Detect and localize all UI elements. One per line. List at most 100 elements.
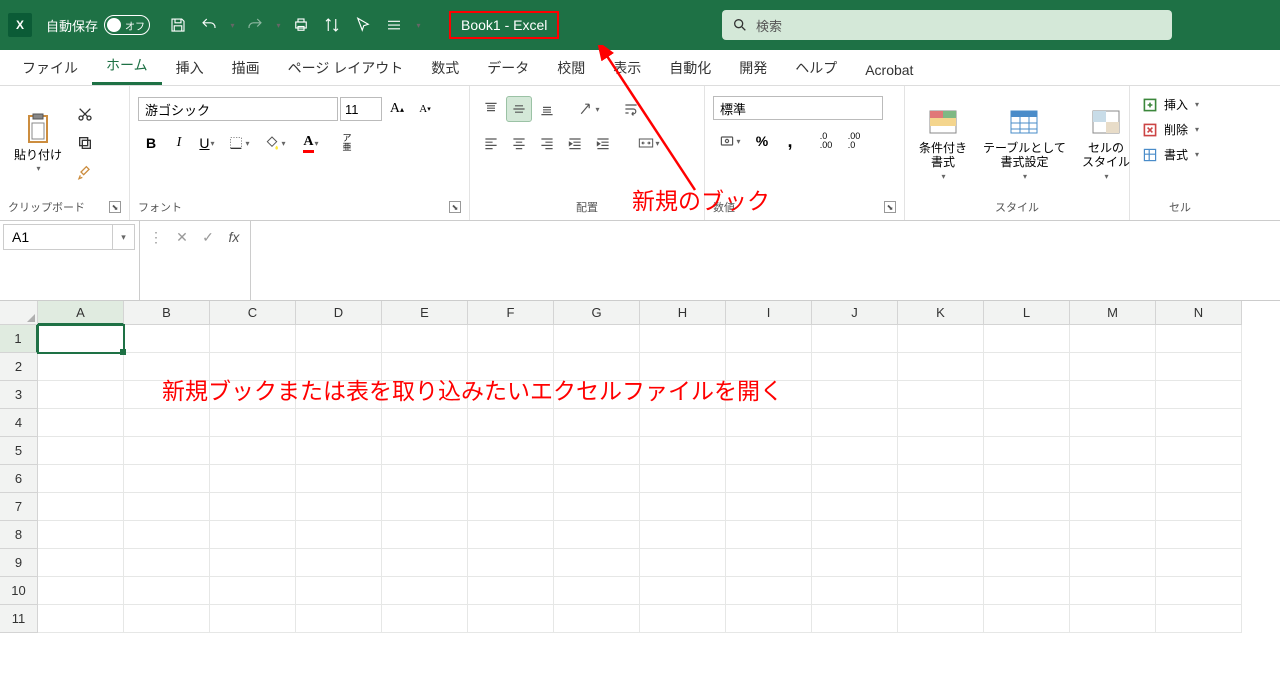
column-header[interactable]: K [898,301,984,325]
cell[interactable] [1070,521,1156,549]
cell[interactable] [640,381,726,409]
cell[interactable] [382,577,468,605]
cell[interactable] [554,521,640,549]
align-middle-button[interactable] [506,96,532,122]
cell[interactable] [726,409,812,437]
decrease-font-button[interactable]: A▾ [412,96,438,122]
cell[interactable] [1156,465,1242,493]
undo-dropdown[interactable]: ▾ [226,11,238,39]
cell[interactable] [554,437,640,465]
cell[interactable] [468,577,554,605]
cell[interactable] [468,493,554,521]
cell[interactable] [812,437,898,465]
cell[interactable] [38,577,124,605]
row-header[interactable]: 6 [0,465,38,493]
cell[interactable] [210,521,296,549]
comma-button[interactable]: , [777,128,803,154]
tab-開発[interactable]: 開発 [725,50,781,85]
tab-ヘルプ[interactable]: ヘルプ [781,50,851,85]
format-as-table-button[interactable]: テーブルとして 書式設定▾ [977,101,1072,185]
cell[interactable] [726,549,812,577]
cell[interactable] [38,549,124,577]
cell[interactable] [210,381,296,409]
cell[interactable] [382,465,468,493]
cell[interactable] [38,493,124,521]
cell[interactable] [812,521,898,549]
cell[interactable] [210,577,296,605]
paste-button[interactable]: 貼り付け ▾ [8,108,68,178]
cell[interactable] [468,437,554,465]
cell[interactable] [124,493,210,521]
cell[interactable] [726,465,812,493]
cell[interactable] [38,381,124,409]
cell[interactable] [554,549,640,577]
cell[interactable] [1070,577,1156,605]
cell[interactable] [124,353,210,381]
border-button[interactable]: ▾ [222,130,256,156]
tab-表示[interactable]: 表示 [599,50,655,85]
cell[interactable] [984,465,1070,493]
cell[interactable] [38,409,124,437]
column-header[interactable]: D [296,301,382,325]
undo-button[interactable] [195,11,223,39]
cell[interactable] [812,381,898,409]
cell[interactable] [1070,437,1156,465]
qat-sort-button[interactable] [318,11,346,39]
cell[interactable] [38,521,124,549]
align-bottom-button[interactable] [534,96,560,122]
cell[interactable] [124,577,210,605]
cell[interactable] [1070,493,1156,521]
cell[interactable] [124,325,210,353]
cell[interactable] [124,381,210,409]
cell[interactable] [124,437,210,465]
cell[interactable] [898,577,984,605]
cell[interactable] [726,325,812,353]
cell[interactable] [468,605,554,633]
cell[interactable] [812,325,898,353]
column-header[interactable]: J [812,301,898,325]
search-input[interactable]: 検索 [722,10,1172,40]
decrease-indent-button[interactable] [562,130,588,156]
cell[interactable] [1156,437,1242,465]
qat-customize-dropdown[interactable]: ▾ [411,11,425,39]
phonetic-button[interactable]: ア 亜 [330,130,364,156]
cell[interactable] [812,493,898,521]
cell[interactable] [726,521,812,549]
cell[interactable] [1156,549,1242,577]
cell[interactable] [640,409,726,437]
font-name-select[interactable] [138,97,338,121]
orientation-button[interactable]: ▾ [572,96,606,122]
column-header[interactable]: G [554,301,640,325]
cell[interactable] [726,437,812,465]
clipboard-launcher[interactable]: ⬊ [109,201,121,213]
cell[interactable] [296,353,382,381]
row-header[interactable]: 7 [0,493,38,521]
cell[interactable] [210,465,296,493]
row-header[interactable]: 1 [0,325,38,353]
column-header[interactable]: M [1070,301,1156,325]
cell[interactable] [210,493,296,521]
autosave-toggle[interactable]: 自動保存 オフ [46,15,150,35]
row-header[interactable]: 3 [0,381,38,409]
cell[interactable] [898,353,984,381]
cell[interactable] [984,325,1070,353]
cell[interactable] [554,381,640,409]
tab-ページ レイアウト[interactable]: ページ レイアウト [274,50,418,85]
cell[interactable] [1156,521,1242,549]
tab-数式[interactable]: 数式 [417,50,473,85]
cell[interactable] [210,325,296,353]
row-header[interactable]: 2 [0,353,38,381]
cell[interactable] [726,353,812,381]
cell[interactable] [468,521,554,549]
cell[interactable] [296,409,382,437]
tab-ファイル[interactable]: ファイル [8,50,92,85]
cell[interactable] [210,437,296,465]
cell[interactable] [1070,381,1156,409]
tab-自動化[interactable]: 自動化 [655,50,725,85]
tab-ホーム[interactable]: ホーム [92,47,162,85]
italic-button[interactable]: I [166,130,192,156]
conditional-format-button[interactable]: 条件付き 書式▾ [913,101,973,185]
column-header[interactable]: L [984,301,1070,325]
cell[interactable] [640,353,726,381]
cell[interactable] [468,325,554,353]
